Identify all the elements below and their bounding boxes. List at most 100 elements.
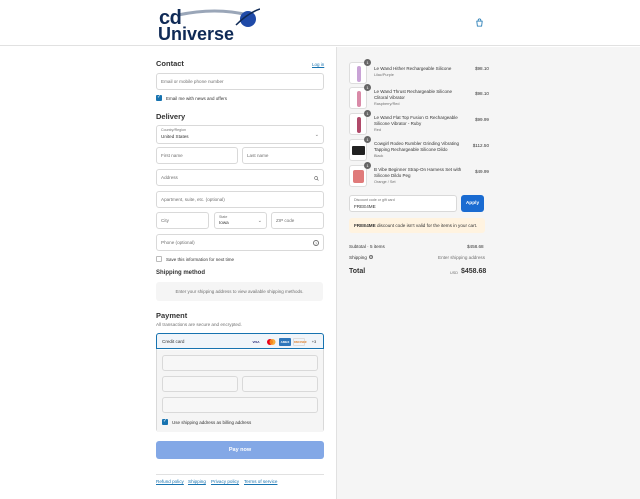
shipping-value: Enter shipping address xyxy=(438,255,485,260)
product-name: Le Wand Thrust Rechargeable Silicone Cli… xyxy=(374,89,453,100)
terms-of-service-link[interactable]: Terms of service xyxy=(244,479,277,484)
more-cards-badge: +3 xyxy=(311,339,317,344)
contact-heading: Contact xyxy=(156,59,184,68)
product-variant: Red xyxy=(374,128,381,132)
payment-heading: Payment xyxy=(156,311,188,320)
product-variant: Lilac/Purple xyxy=(374,73,394,77)
discount-label: Discount code or gift card xyxy=(354,198,395,202)
total-label: Total xyxy=(349,268,366,275)
apartment-field[interactable]: Apartment, suite, etc. (optional) xyxy=(156,191,324,208)
delivery-heading: Delivery xyxy=(156,112,186,121)
country-select[interactable]: Country/Region United States ⌄ xyxy=(156,125,324,144)
address-placeholder: Address xyxy=(161,175,178,180)
pay-now-button[interactable]: Pay now xyxy=(156,441,324,459)
order-item: 1 Cowgirl Rodeo Rumbler Grinding Vibrati… xyxy=(349,136,489,161)
quantity-badge: 1 xyxy=(364,110,371,117)
billing-address-label: Use shipping address as billing address xyxy=(172,420,252,425)
product-name: Le Wand Flat Top Fusion G Rechargeable S… xyxy=(374,115,458,126)
save-info-checkbox[interactable] xyxy=(156,256,162,262)
product-price: $99.99 xyxy=(474,117,489,122)
shipping-method-heading: Shipping method xyxy=(156,270,205,276)
state-select[interactable]: State Iowa ⌄ xyxy=(214,212,267,229)
apply-discount-button[interactable]: Apply xyxy=(461,195,484,212)
product-thumbnail xyxy=(349,113,367,135)
product-name: Cowgirl Rodeo Rumbler Grinding Vibrating… xyxy=(374,141,459,152)
shipping-method-notice: Enter your shipping address to view avai… xyxy=(156,282,323,301)
news-checkbox-label: Email me with news and offers xyxy=(166,96,227,101)
product-thumbnail xyxy=(349,87,367,109)
search-icon xyxy=(314,176,319,181)
product-name: B Vibe Beginner Strap-On Harness Set wit… xyxy=(374,167,462,178)
credit-card-option[interactable]: Credit card VISA AMEX DISCOVER +3 xyxy=(156,333,324,349)
first-name-field[interactable]: First name xyxy=(156,147,238,164)
payment-method-box: Credit card VISA AMEX DISCOVER +3 Use sh… xyxy=(156,333,324,432)
zip-placeholder: ZIP code xyxy=(276,218,295,223)
currency-code: USD xyxy=(450,271,459,275)
shipping-link[interactable]: Shipping xyxy=(188,479,206,484)
cd-universe-logo[interactable]: cd Universe xyxy=(156,5,260,43)
shipping-label: Shipping xyxy=(349,255,367,260)
privacy-policy-link[interactable]: Privacy policy xyxy=(211,479,239,484)
visa-icon: VISA xyxy=(252,340,260,344)
card-number-field[interactable] xyxy=(162,355,318,371)
discount-error-message: FREE4ME discount code isn't valid for th… xyxy=(349,218,485,233)
address-field[interactable]: Address xyxy=(156,169,324,186)
card-details-panel: Use shipping address as billing address xyxy=(157,350,323,432)
shopping-bag-icon[interactable] xyxy=(475,18,484,27)
product-price: $98.10 xyxy=(474,91,489,96)
discount-error-text: discount code isn't valid for the items … xyxy=(375,223,478,228)
product-price: $98.10 xyxy=(474,66,489,71)
state-label: State xyxy=(219,215,228,219)
payment-subtitle: All transactions are secure and encrypte… xyxy=(156,322,242,327)
logo-text-bottom: Universe xyxy=(158,24,235,44)
country-value: United States xyxy=(161,134,189,139)
subtotal-value: $458.68 xyxy=(467,244,484,249)
phone-field[interactable]: Phone (optional) ? xyxy=(156,234,324,251)
state-value: Iowa xyxy=(219,220,229,225)
total-value: $458.68 xyxy=(461,268,487,275)
card-name-field[interactable] xyxy=(162,397,318,413)
shipping-info-icon[interactable]: ? xyxy=(369,255,373,259)
product-price: $112.50 xyxy=(472,143,489,148)
city-field[interactable]: City xyxy=(156,212,209,229)
order-item: 1 Le Wand Flat Top Fusion G Rechargeable… xyxy=(349,110,489,135)
news-checkbox[interactable] xyxy=(156,94,162,101)
discount-error-code: FREE4ME xyxy=(354,223,376,228)
discover-icon: DISCOVER xyxy=(293,338,307,346)
quantity-badge: 1 xyxy=(364,59,371,66)
product-variant: Orange / Set xyxy=(374,180,396,184)
quantity-badge: 1 xyxy=(364,162,371,169)
amex-icon: AMEX xyxy=(279,338,291,346)
help-icon[interactable]: ? xyxy=(313,240,319,246)
country-label: Country/Region xyxy=(161,128,186,132)
email-field[interactable]: Email or mobile phone number xyxy=(156,73,324,90)
card-cvv-field[interactable] xyxy=(242,376,318,392)
discount-code-input[interactable]: Discount code or gift card FREE4ME xyxy=(349,195,457,212)
city-placeholder: City xyxy=(161,218,169,223)
quantity-badge: 1 xyxy=(364,84,371,91)
subtotal-label: Subtotal · 5 items xyxy=(349,244,385,249)
product-thumbnail xyxy=(349,139,367,161)
product-thumbnail xyxy=(349,62,367,84)
credit-card-label: Credit card xyxy=(162,339,185,344)
apartment-placeholder: Apartment, suite, etc. (optional) xyxy=(161,197,225,202)
site-header: cd Universe xyxy=(0,0,640,46)
product-thumbnail xyxy=(349,165,367,187)
refund-policy-link[interactable]: Refund policy xyxy=(156,479,184,484)
order-item: 1 Le Wand Hither Rechargeable Silicone L… xyxy=(349,59,489,84)
last-name-field[interactable]: Last name xyxy=(242,147,324,164)
zip-field[interactable]: ZIP code xyxy=(271,212,324,229)
order-item: 1 Le Wand Thrust Rechargeable Silicone C… xyxy=(349,84,489,109)
discount-value: FREE4ME xyxy=(354,204,376,209)
product-variant: Black xyxy=(374,154,384,158)
phone-placeholder: Phone (optional) xyxy=(161,240,195,245)
quantity-badge: 1 xyxy=(364,136,371,143)
last-name-placeholder: Last name xyxy=(247,153,269,158)
product-name: Le Wand Hither Rechargeable Silicone xyxy=(374,66,452,71)
footer-divider xyxy=(156,474,324,475)
card-expiry-field[interactable] xyxy=(162,376,238,392)
login-link[interactable]: Log in xyxy=(312,62,324,67)
product-price: $49.99 xyxy=(474,169,489,174)
billing-address-checkbox[interactable] xyxy=(162,418,168,425)
first-name-placeholder: First name xyxy=(161,153,183,158)
